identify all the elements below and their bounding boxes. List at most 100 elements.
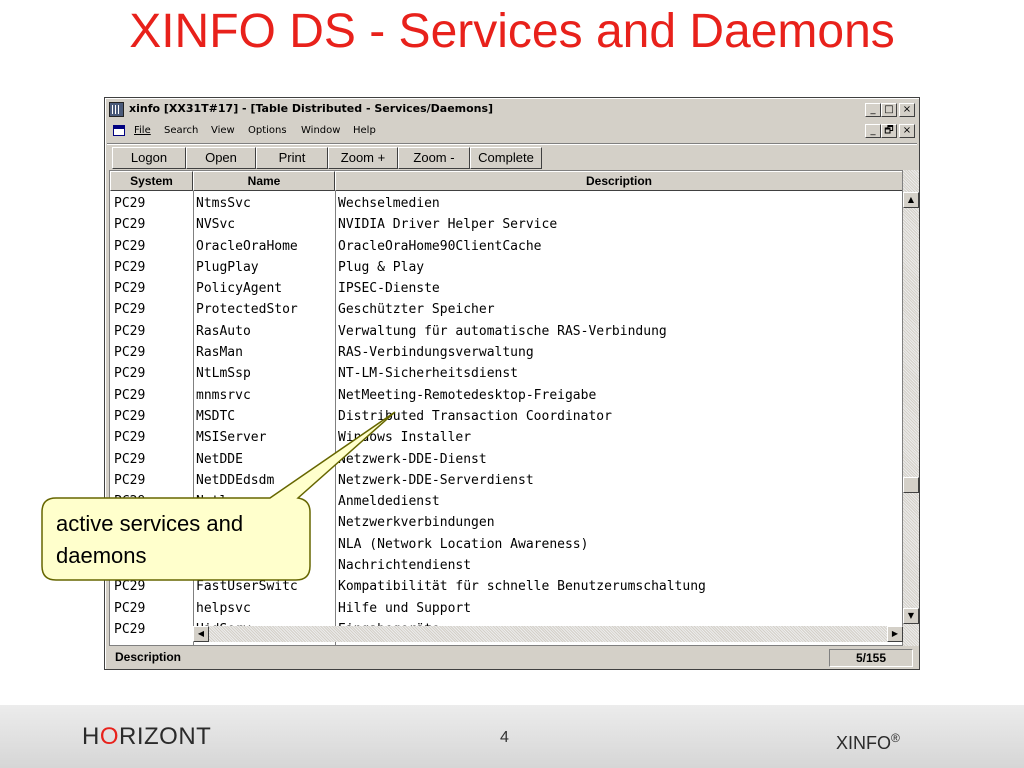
cell-system: PC29	[114, 387, 146, 403]
cell-description: OracleOraHome90ClientCache	[338, 238, 542, 254]
cell-description: NT-LM-Sicherheitsdienst	[338, 366, 519, 382]
window-title: xinfo [XX31T#17] - [Table Distributed - …	[129, 102, 494, 115]
table-row[interactable]: PC29 mnmsrvc NetMeeting-Remotedesktop-Frei…	[110, 385, 902, 406]
cell-description: Netzwerkverbindungen	[338, 515, 495, 531]
table-row[interactable]: PC29 PolicyAgent IPSEC-Dienste	[110, 278, 902, 299]
cell-name: ProtectedStor	[196, 302, 298, 318]
doc-minimize-button[interactable]: _	[865, 124, 881, 138]
slide-footer: HORIZONT 4 XINFO®	[0, 705, 1024, 768]
menu-window[interactable]: Window	[301, 125, 340, 136]
cell-system: PC29	[114, 238, 146, 254]
open-button[interactable]: Open	[186, 147, 256, 169]
app-window: xinfo [XX31T#17] - [Table Distributed - …	[104, 97, 920, 670]
page-number: 4	[500, 729, 509, 746]
cell-description: Netzwerk-DDE-Serverdienst	[338, 472, 534, 488]
cell-system: PC29	[114, 302, 146, 318]
cell-system: PC29	[114, 217, 146, 233]
cell-system: PC29	[114, 196, 146, 211]
cell-system: PC29	[114, 472, 146, 488]
print-button[interactable]: Print	[256, 147, 328, 169]
table-row[interactable]: PC29 helpsvc Hilfe und Support	[110, 598, 902, 619]
column-header-system[interactable]: System	[110, 171, 193, 191]
cell-name: helpsvc	[196, 600, 251, 616]
toolbar: Logon Open Print Zoom + Zoom - Complete	[107, 143, 917, 170]
zoom-in-button[interactable]: Zoom +	[328, 147, 398, 169]
menu-bar: File Search View Options Window Help _ 🗗…	[107, 122, 917, 140]
document-icon[interactable]	[113, 125, 125, 136]
table-row[interactable]: PC29 NtmsSvc Wechselmedien	[110, 193, 902, 214]
cell-description: NLA (Network Location Awareness)	[338, 536, 589, 552]
cell-system: PC29	[114, 323, 146, 339]
menu-help[interactable]: Help	[353, 125, 376, 136]
table-row[interactable]: PC29 OracleOraHome OracleOraHome90ClientCa…	[110, 236, 902, 257]
table-row[interactable]: PC29 FastUserSwitc Kompatibilität für schn…	[110, 576, 902, 597]
scroll-right-icon[interactable]: ▶	[887, 626, 903, 642]
vertical-scrollbar[interactable]: ▲ ▼	[903, 170, 919, 646]
cell-system: PC29	[114, 408, 146, 424]
cell-system: PC29	[114, 451, 146, 467]
logon-button[interactable]: Logon	[112, 147, 186, 169]
cell-name: OracleOraHome	[196, 238, 298, 254]
table-body: PC29 NtmsSvc Wechselmedien PC29 NVSvc NVIDIA …	[110, 193, 902, 640]
cell-description: Windows Installer	[338, 430, 472, 446]
column-header-name[interactable]: Name	[193, 171, 335, 191]
table-row[interactable]: PC29 NetDDE Netzwerk-DDE-Dienst	[110, 449, 902, 470]
table-row[interactable]: PC29 RasAuto Verwaltung für automatische R…	[110, 321, 902, 342]
table-row[interactable]: PC29 RasMan RAS-Verbindungsverwaltung	[110, 342, 902, 363]
table-row[interactable]: PC29 NVSvc NVIDIA Driver Helper Service	[110, 214, 902, 235]
callout-text: active services and daemons	[56, 511, 244, 568]
status-bar: Description 5/155	[107, 647, 917, 667]
table-row[interactable]: PC29 PlugPlay Plug & Play	[110, 257, 902, 278]
cell-name: NtLmSsp	[196, 366, 251, 382]
horizontal-scrollbar[interactable]: ◀ ▶	[193, 626, 903, 642]
status-label: Description	[115, 650, 182, 664]
scroll-thumb[interactable]	[903, 477, 919, 493]
cell-name: RasAuto	[196, 323, 251, 339]
minimize-button[interactable]: _	[865, 103, 881, 117]
scroll-down-icon[interactable]: ▼	[903, 608, 919, 624]
cell-description: Geschützter Speicher	[338, 302, 495, 318]
table-row[interactable]: PC29 MSIServer Windows Installer	[110, 427, 902, 448]
cell-system: PC29	[114, 259, 146, 275]
cell-system: PC29	[114, 366, 146, 382]
cell-description: Wechselmedien	[338, 196, 440, 211]
menu-search[interactable]: Search	[164, 125, 198, 136]
doc-restore-button[interactable]: 🗗	[881, 124, 897, 138]
zoom-out-button[interactable]: Zoom -	[398, 147, 470, 169]
cell-name: NetDDEdsdm	[196, 472, 275, 488]
cell-name: NtmsSvc	[196, 196, 251, 211]
menu-view[interactable]: View	[211, 125, 235, 136]
cell-name: MSIServer	[196, 430, 267, 446]
cell-system: PC29	[114, 430, 146, 446]
cell-description: Hilfe und Support	[338, 600, 472, 616]
cell-description: Plug & Play	[338, 259, 425, 275]
scroll-left-icon[interactable]: ◀	[193, 626, 209, 642]
product-name: XINFO®	[836, 731, 900, 753]
record-counter: 5/155	[829, 649, 913, 667]
table-row[interactable]: PC29 NetDDEdsdm Netzwerk-DDE-Serverdienst	[110, 470, 902, 491]
doc-close-button[interactable]: ×	[899, 124, 915, 138]
cell-description: Anmeldedienst	[338, 494, 440, 510]
column-header-description[interactable]: Description	[335, 171, 902, 191]
table-row[interactable]: PC29 MSDTC Distributed Transaction Coordin…	[110, 406, 902, 427]
window-titlebar[interactable]: xinfo [XX31T#17] - [Table Distributed - …	[107, 100, 917, 119]
cell-description: NetMeeting-Remotedesktop-Freigabe	[338, 387, 597, 403]
cell-description: Distributed Transaction Coordinator	[338, 408, 612, 424]
horizont-logo: HORIZONT	[82, 723, 212, 750]
maximize-button[interactable]: □	[881, 103, 897, 117]
cell-description: RAS-Verbindungsverwaltung	[338, 345, 534, 361]
table-row[interactable]: PC29 ProtectedStor Geschützter Speicher	[110, 299, 902, 320]
table-row[interactable]: PC29 NtLmSsp NT-LM-Sicherheitsdienst	[110, 363, 902, 384]
complete-button[interactable]: Complete	[470, 147, 542, 169]
menu-file[interactable]: File	[134, 125, 151, 136]
close-button[interactable]: ×	[899, 103, 915, 117]
cell-system: PC29	[114, 621, 146, 637]
cell-description: Netzwerk-DDE-Dienst	[338, 451, 487, 467]
cell-description: IPSEC-Dienste	[338, 281, 440, 297]
cell-name: MSDTC	[196, 408, 236, 424]
app-icon	[109, 102, 124, 117]
cell-name: PolicyAgent	[196, 281, 283, 297]
scroll-up-icon[interactable]: ▲	[903, 192, 919, 208]
menu-options[interactable]: Options	[248, 125, 287, 136]
cell-name: mnmsrvc	[196, 387, 251, 403]
